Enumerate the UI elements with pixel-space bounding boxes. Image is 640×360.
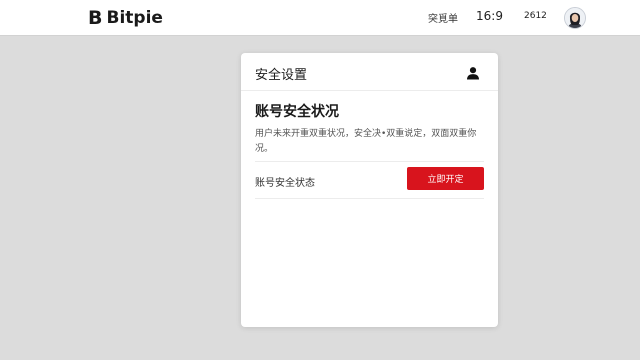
user-icon[interactable]: [466, 65, 480, 80]
section-title: 账号安全状况: [255, 104, 339, 120]
enable-now-button[interactable]: 立即开定: [407, 167, 484, 190]
brand-name: Bitpie: [106, 8, 163, 28]
account-security-status-label: 账号安全状态: [255, 178, 315, 189]
divider: [255, 198, 484, 199]
card-header: 安全设置: [241, 53, 498, 91]
avatar-portrait: [565, 8, 585, 28]
ratio-label: 16:9: [476, 9, 503, 23]
divider: [255, 161, 484, 162]
count-label: 2612: [524, 11, 547, 21]
top-navigation-bar: B Bitpie 突覓单 16:9 2612: [0, 0, 640, 36]
section-description: 用户未来开重双重状况，安全决•双重说定，双面双重你况。: [255, 129, 477, 154]
nav-link[interactable]: 突覓单: [428, 10, 458, 25]
user-avatar[interactable]: [564, 7, 586, 29]
bitpie-logo[interactable]: B Bitpie: [88, 6, 163, 30]
security-settings-card: 安全设置 账号安全状况 用户未来开重双重状况，安全决•双重说定，双面双重你况。 …: [241, 53, 498, 327]
bitpie-logo-icon: B: [88, 7, 103, 29]
card-title: 安全设置: [255, 68, 308, 83]
